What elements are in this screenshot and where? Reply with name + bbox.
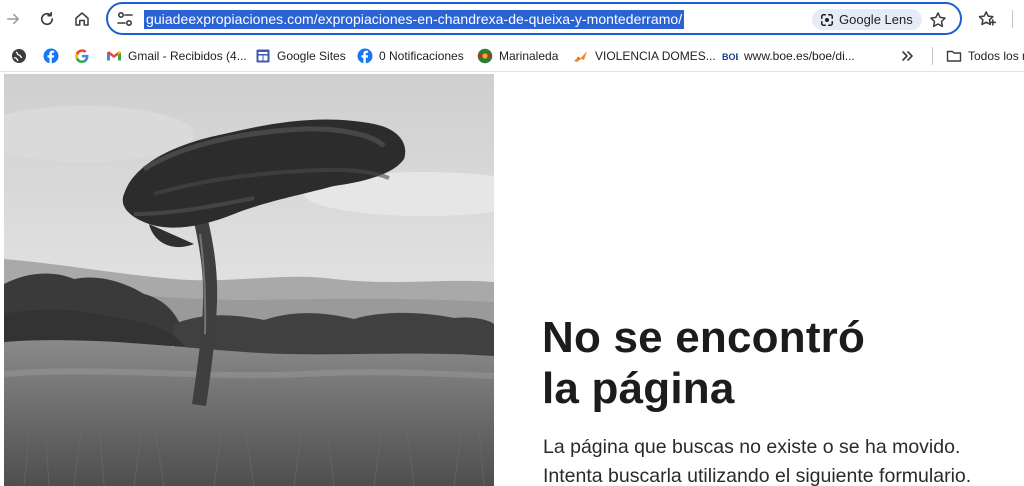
facebook-icon	[357, 48, 373, 64]
bookmark-google[interactable]	[74, 45, 90, 67]
toolbar-divider	[1012, 10, 1013, 28]
google-icon	[74, 48, 90, 64]
reload-icon	[40, 11, 54, 26]
gmail-icon	[106, 48, 122, 64]
all-bookmarks-folder[interactable]: Todos los m	[946, 45, 1024, 67]
page-title-line1: No se encontró	[542, 313, 866, 362]
bookmarks-divider	[932, 47, 933, 65]
bookmark-violencia[interactable]: VIOLENCIA DOMES...	[573, 45, 716, 67]
google-lens-button[interactable]: Google Lens	[812, 9, 922, 30]
google-lens-icon	[821, 13, 833, 26]
google-lens-label: Google Lens	[839, 12, 913, 27]
violencia-icon	[573, 48, 589, 64]
bookmark-gmail[interactable]: Gmail - Recibidos (4...	[106, 45, 247, 67]
svg-text:BOE: BOE	[722, 52, 738, 62]
home-button[interactable]	[70, 7, 94, 31]
bookmark-notificaciones[interactable]: 0 Notificaciones	[357, 45, 464, 67]
hero-photo	[4, 74, 494, 486]
bookmark-notificaciones-label: 0 Notificaciones	[379, 49, 464, 63]
reload-button[interactable]	[35, 7, 59, 31]
address-bar[interactable]: guiadeexpropiaciones.com/expropiaciones-…	[106, 2, 962, 35]
facebook-icon	[43, 48, 59, 64]
globe-icon	[11, 48, 27, 64]
not-found-message: La página que buscas no existe o se ha m…	[543, 433, 971, 486]
bookmarks-bar: Gmail - Recibidos (4... Google Sites 0 N…	[0, 40, 1024, 72]
bookmarks-overflow-button[interactable]	[900, 45, 916, 67]
browser-toolbar: guiadeexpropiaciones.com/expropiaciones-…	[0, 0, 1024, 38]
bookmark-marinaleda[interactable]: Marinaleda	[477, 45, 558, 67]
bookmark-google-sites-label: Google Sites	[277, 49, 346, 63]
chevron-double-right-icon	[900, 48, 916, 64]
bookmark-boe[interactable]: BOE www.boe.es/boe/di...	[722, 45, 855, 67]
url-text[interactable]: guiadeexpropiaciones.com/expropiaciones-…	[144, 10, 685, 29]
google-sites-icon	[255, 48, 271, 64]
bookmark-google-sites[interactable]: Google Sites	[255, 45, 346, 67]
page-title-line2: la página	[542, 364, 735, 413]
folder-icon	[946, 48, 962, 64]
windswept-tree-photo	[4, 74, 494, 486]
bookmarks-menu-icon[interactable]	[977, 9, 997, 29]
site-info-icon[interactable]	[116, 11, 134, 27]
bookmark-star-icon[interactable]	[928, 10, 948, 30]
not-found-message-line2: Intenta buscarla utilizando el siguiente…	[543, 465, 972, 486]
bookmark-violencia-label: VIOLENCIA DOMES...	[595, 49, 716, 63]
not-found-message-line1: La página que buscas no existe o se ha m…	[543, 436, 961, 458]
home-icon	[75, 12, 89, 26]
boe-icon: BOE	[722, 48, 738, 64]
forward-button[interactable]	[1, 7, 25, 31]
bookmark-facebook[interactable]	[43, 45, 59, 67]
bookmark-marinaleda-label: Marinaleda	[499, 49, 559, 63]
bookmark-globe[interactable]	[11, 45, 27, 67]
all-bookmarks-label: Todos los m	[968, 49, 1024, 63]
page-title: No se encontró la página	[542, 312, 865, 414]
marinaleda-icon	[477, 48, 493, 64]
bookmark-boe-label: www.boe.es/boe/di...	[744, 49, 855, 63]
bookmark-gmail-label: Gmail - Recibidos (4...	[128, 49, 247, 63]
forward-icon	[7, 13, 19, 25]
